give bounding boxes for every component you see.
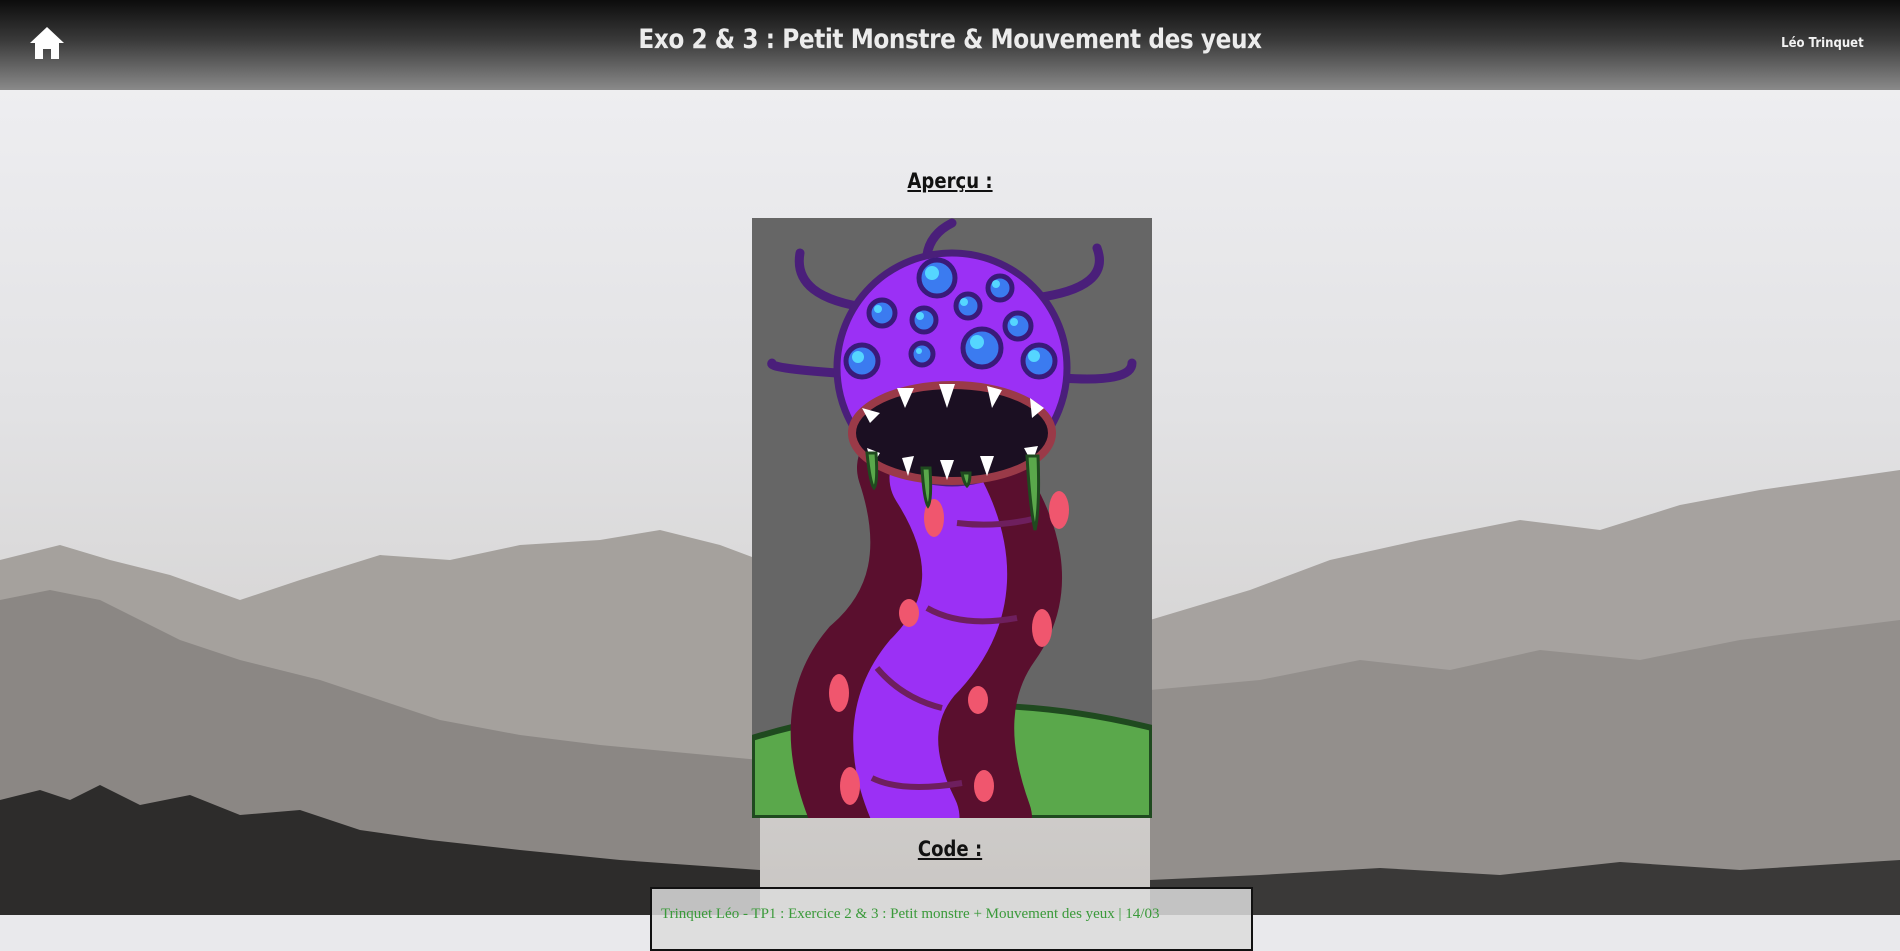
home-icon: [30, 27, 64, 59]
page-title: Exo 2 & 3 : Petit Monstre & Mouvement de…: [638, 24, 1262, 55]
code-block[interactable]: Trinquet Léo - TP1 : Exercice 2 & 3 : Pe…: [650, 887, 1253, 951]
top-header: Exo 2 & 3 : Petit Monstre & Mouvement de…: [0, 0, 1900, 90]
home-button[interactable]: [28, 24, 66, 62]
author-name: Léo Trinquet: [1781, 36, 1864, 51]
preview-heading: Aperçu :: [907, 169, 993, 193]
monster-preview-canvas: [752, 218, 1152, 818]
code-heading: Code :: [917, 837, 983, 861]
